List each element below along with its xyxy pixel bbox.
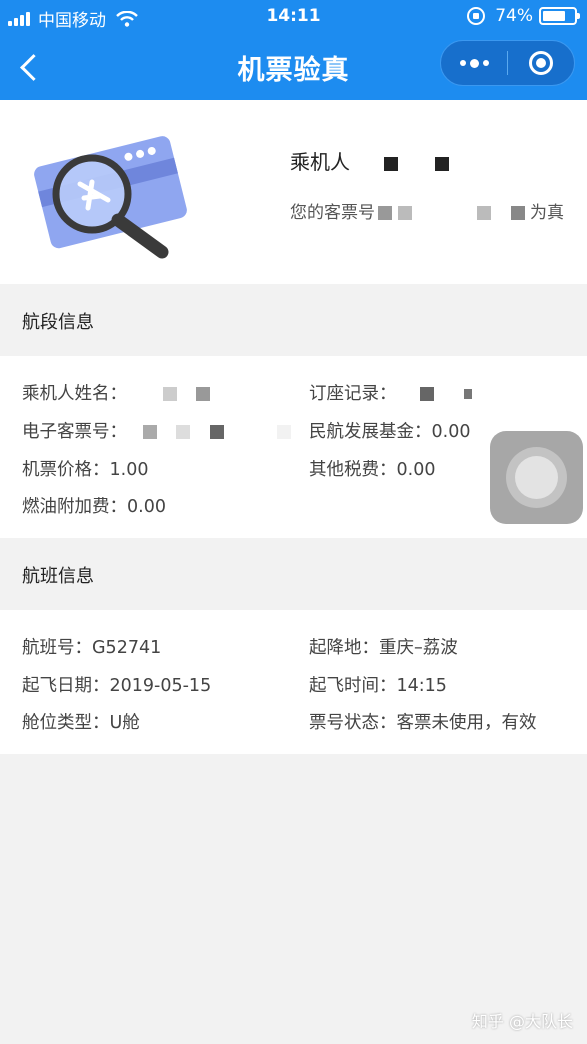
ticket-price-row: 机票价格：1.00	[22, 456, 148, 481]
departure-date-label: 起飞日期：	[22, 676, 110, 696]
other-taxes-label: 其他税费：	[309, 460, 397, 480]
battery-icon	[539, 7, 580, 25]
ticket-price-label: 机票价格：	[22, 460, 110, 480]
verification-summary: 乘机人 您的客票号 为真	[0, 100, 587, 284]
cabin-class-row: 舱位类型：U舱	[22, 709, 140, 734]
redaction-mark	[142, 425, 157, 439]
ticket-status-label: 票号状态：	[309, 713, 397, 733]
ticket-price-value: 1.00	[109, 460, 149, 480]
flight-header: 航班信息	[0, 538, 587, 610]
status-bar: 中国移动 14:11 74%	[0, 0, 587, 34]
flight-number-label: 航班号：	[22, 638, 92, 658]
passenger-name-row: 乘机人姓名：	[22, 380, 211, 405]
route-value: 重庆–荔波	[379, 638, 458, 658]
floating-assistive-button[interactable]	[490, 431, 583, 524]
watermark-text: 知乎 @大队长	[471, 1012, 573, 1031]
verify-line: 您的客票号 为真	[290, 198, 564, 223]
redaction-mark	[434, 156, 449, 171]
ticket-status-value: 客票未使用，有效	[396, 713, 537, 733]
close-capsule-icon[interactable]	[508, 41, 574, 85]
fuel-surcharge-value: 0.00	[127, 497, 166, 517]
route-label: 起降地：	[309, 638, 379, 658]
departure-date-value: 2019-05-15	[109, 676, 212, 696]
flight-number-value: G52741	[92, 638, 162, 658]
development-fund-row: 民航发展基金：0.00	[309, 418, 470, 443]
battery-percent: 74%	[495, 6, 533, 26]
departure-time-label: 起飞时间：	[309, 676, 397, 696]
fuel-surcharge-row: 燃油附加费：0.00	[22, 493, 166, 518]
segment-header: 航段信息	[0, 284, 587, 356]
development-fund-value: 0.00	[431, 422, 471, 442]
ticket-suffix: 为真	[530, 203, 565, 223]
departure-time-row: 起飞时间：14:15	[309, 672, 447, 697]
ticket-prefix: 您的客票号	[290, 203, 375, 223]
redaction-mark	[196, 387, 211, 401]
ticket-magnifier-illustration	[34, 136, 187, 259]
booking-record-row: 订座记录：	[309, 380, 472, 405]
departure-time-value: 14:15	[396, 676, 447, 696]
redaction-mark	[510, 206, 525, 220]
passenger-name-label: 乘机人姓名：	[22, 384, 127, 404]
more-icon[interactable]	[441, 41, 507, 85]
assistive-core	[515, 456, 558, 499]
other-taxes-value: 0.00	[396, 460, 436, 480]
fuel-surcharge-label: 燃油附加费：	[22, 497, 127, 517]
flight-body: 航班号：G52741 起降地：重庆–荔波 起飞日期：2019-05-15 起飞时…	[0, 610, 587, 754]
status-right: 74%	[467, 6, 580, 26]
redaction-mark	[397, 206, 412, 220]
redaction-mark	[209, 425, 224, 439]
ticket-number-row: 电子客票号：	[22, 418, 292, 443]
route-row: 起降地：重庆–荔波	[309, 634, 458, 659]
segment-header-title: 航段信息	[22, 312, 94, 333]
redaction-mark	[378, 206, 393, 220]
cabin-class-value: U舱	[109, 713, 140, 733]
redaction-mark	[384, 156, 399, 171]
booking-record-label: 订座记录：	[309, 384, 397, 404]
redaction-mark	[162, 387, 177, 401]
redaction-mark	[176, 425, 191, 439]
passenger-line: 乘机人	[290, 146, 449, 175]
ticket-number-label: 电子客票号：	[22, 422, 127, 442]
ticket-status-row: 票号状态：客票未使用，有效	[309, 709, 537, 734]
passenger-label: 乘机人	[290, 150, 350, 174]
flight-header-title: 航班信息	[22, 566, 94, 587]
flight-number-row: 航班号：G52741	[22, 634, 161, 659]
nav-bar: 机票验真	[0, 34, 587, 100]
other-taxes-row: 其他税费：0.00	[309, 456, 435, 481]
redaction-mark	[463, 389, 472, 399]
departure-date-row: 起飞日期：2019-05-15	[22, 672, 211, 697]
miniapp-capsule	[440, 40, 575, 86]
redaction-mark	[420, 387, 435, 401]
redaction-mark	[277, 425, 292, 439]
cabin-class-label: 舱位类型：	[22, 713, 110, 733]
redaction-mark	[477, 206, 492, 220]
screen-lock-icon	[467, 7, 486, 25]
development-fund-label: 民航发展基金：	[309, 422, 432, 442]
